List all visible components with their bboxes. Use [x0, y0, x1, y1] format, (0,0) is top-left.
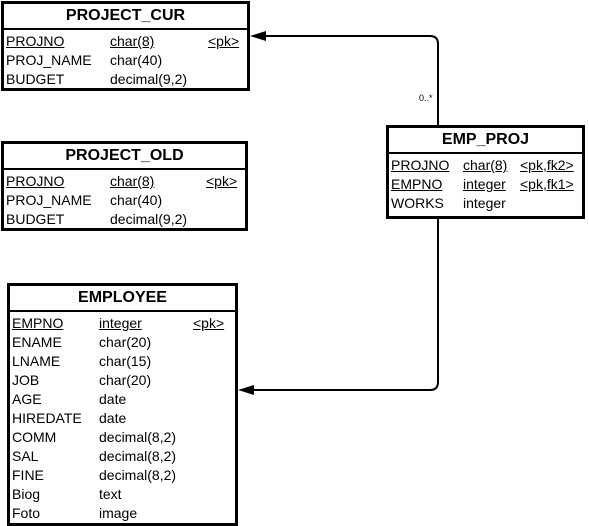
column-row[interactable]: ENAME char(20) — [10, 333, 235, 352]
column-row[interactable]: EMPNO integer <pk> — [10, 314, 235, 333]
column-name: BUDGET — [6, 71, 65, 87]
column-name: COMM — [12, 429, 57, 445]
column-name: JOB — [12, 372, 40, 388]
column-row[interactable]: PROJ_NAME char(40) — [4, 191, 245, 210]
column-type: char(8) — [463, 157, 508, 173]
entity-project-cur[interactable]: PROJECT_CUR PROJNO char(8) <pk> PROJ_NAM… — [1, 1, 250, 91]
column-row[interactable]: COMM decimal(8,2) — [10, 428, 235, 447]
column-key: <pk> — [206, 173, 238, 189]
column-type: decimal(9,2) — [110, 71, 188, 87]
entity-title: EMPLOYEE — [10, 286, 235, 312]
entity-employee[interactable]: EMPLOYEE EMPNO integer <pk> ENAME char(2… — [7, 283, 238, 526]
column-key: <pk,fk2> — [520, 157, 574, 173]
column-row[interactable]: PROJ_NAME char(40) — [4, 51, 247, 70]
column-key: <pk,fk1> — [520, 176, 574, 192]
column-row[interactable]: PROJNO char(8) <pk> — [4, 32, 247, 51]
arrowhead-icon — [250, 31, 266, 41]
column-row[interactable]: EMPNO integer <pk,fk1> — [389, 175, 582, 194]
column-name: PROJ_NAME — [6, 192, 92, 208]
column-name: PROJNO — [391, 157, 450, 173]
column-type: integer — [463, 176, 506, 192]
cardinality-label: 0..* — [419, 93, 433, 103]
entity-title: PROJECT_CUR — [4, 4, 247, 30]
arrowhead-icon — [238, 385, 254, 395]
column-type: date — [99, 391, 127, 407]
column-type: char(20) — [99, 372, 152, 388]
column-name: Foto — [12, 505, 41, 521]
column-name: EMPNO — [391, 176, 443, 192]
column-type: decimal(9,2) — [110, 211, 188, 227]
column-name: BUDGET — [6, 211, 65, 227]
column-row[interactable]: PROJNO char(8) <pk> — [4, 172, 245, 191]
column-key: <pk> — [193, 315, 225, 331]
column-type: char(20) — [99, 334, 152, 350]
column-row[interactable]: HIREDATE date — [10, 409, 235, 428]
column-name: PROJNO — [6, 173, 65, 189]
column-name: ENAME — [12, 334, 62, 350]
column-type: decimal(8,2) — [99, 467, 177, 483]
column-name: FINE — [12, 467, 44, 483]
relationship-emp-proj-to-employee — [250, 218, 439, 391]
column-type: char(40) — [110, 52, 163, 68]
column-name: Biog — [12, 486, 41, 502]
entity-title: PROJECT_OLD — [4, 144, 245, 170]
column-type: integer — [99, 315, 142, 331]
column-row[interactable]: WORKS integer — [389, 194, 582, 213]
column-row[interactable]: BUDGET decimal(9,2) — [4, 70, 247, 89]
relationship-emp-proj-to-project-cur — [262, 35, 439, 126]
column-row[interactable]: AGE date — [10, 390, 235, 409]
column-type: char(8) — [110, 33, 155, 49]
column-key: <pk> — [208, 33, 240, 49]
column-row[interactable]: PROJNO char(8) <pk,fk2> — [389, 156, 582, 175]
entity-emp-proj[interactable]: EMP_PROJ PROJNO char(8) <pk,fk2> EMPNO i… — [386, 125, 585, 219]
column-type: char(8) — [110, 173, 155, 189]
column-row[interactable]: JOB char(20) — [10, 371, 235, 390]
column-name: HIREDATE — [12, 410, 82, 426]
column-name: PROJ_NAME — [6, 52, 92, 68]
column-name: AGE — [12, 391, 42, 407]
column-row[interactable]: BUDGET decimal(9,2) — [4, 210, 245, 229]
column-type: char(40) — [110, 192, 163, 208]
column-row[interactable]: FINE decimal(8,2) — [10, 466, 235, 485]
entity-project-old[interactable]: PROJECT_OLD PROJNO char(8) <pk> PROJ_NAM… — [1, 141, 248, 231]
column-type: text — [99, 486, 122, 502]
column-row[interactable]: Foto image — [10, 504, 235, 523]
column-row[interactable]: Biog text — [10, 485, 235, 504]
column-name: PROJNO — [6, 33, 65, 49]
column-type: integer — [463, 195, 506, 211]
column-type: decimal(8,2) — [99, 448, 177, 464]
column-row[interactable]: SAL decimal(8,2) — [10, 447, 235, 466]
column-name: EMPNO — [12, 315, 64, 331]
column-name: WORKS — [391, 195, 444, 211]
column-type: decimal(8,2) — [99, 429, 177, 445]
column-type: char(15) — [99, 353, 152, 369]
entity-title: EMP_PROJ — [389, 128, 582, 154]
column-row[interactable]: LNAME char(15) — [10, 352, 235, 371]
column-type: image — [99, 505, 138, 521]
column-type: date — [99, 410, 127, 426]
column-name: LNAME — [12, 353, 61, 369]
column-name: SAL — [12, 448, 39, 464]
